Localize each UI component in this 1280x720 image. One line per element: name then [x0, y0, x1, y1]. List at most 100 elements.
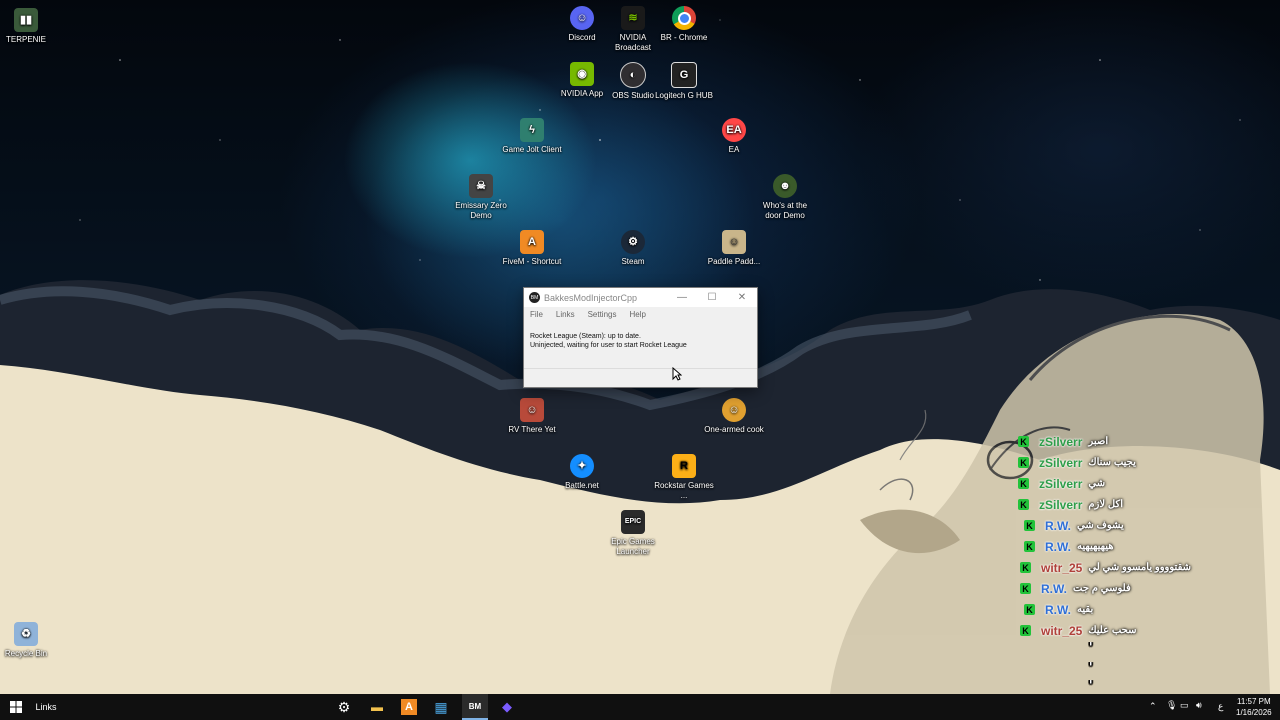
steam-icon: ⚙: [621, 230, 645, 254]
desktop-icon-battlenet[interactable]: ✦ Battle.net: [552, 454, 612, 491]
desktop-icon-epic-games[interactable]: EPIC Epic Games Launcher: [603, 510, 663, 557]
desktop-icon-game-jolt[interactable]: ϟ Game Jolt Client: [502, 118, 562, 155]
desktop-icon-whos-at-the-door[interactable]: ☻ Who's at the door Demo: [755, 174, 815, 221]
chat-message: K witr_25 سحب عليك: [1018, 620, 1280, 641]
stream-chat-overlay: K zSilverr اصبر K zSilverr يجيب سناك K z…: [1018, 431, 1280, 641]
network-icon[interactable]: ▭: [1180, 700, 1189, 711]
desktop-icon-one-armed-cook[interactable]: ☺ One-armed cook: [704, 398, 764, 435]
chat-username: zSilverr: [1039, 476, 1083, 491]
menu-file[interactable]: File: [530, 310, 543, 319]
gamejolt-icon: ϟ: [520, 118, 544, 142]
desktop-icon-label: TERPENIE: [5, 35, 46, 44]
battlenet-icon: ✦: [570, 454, 594, 478]
microphone-icon[interactable]: 🎙︎: [1166, 700, 1177, 711]
chat-message: K R.W. يشوف شي: [1018, 515, 1280, 536]
window-status-bar: [524, 368, 757, 387]
desktop-icon-paddle[interactable]: ☺ Paddle Padd...: [704, 230, 764, 267]
window-title-bar[interactable]: BM BakkesModInjectorCpp — ☐ ✕: [524, 288, 757, 307]
logitech-icon: G: [671, 62, 697, 88]
window-menu-bar: File Links Settings Help: [524, 307, 757, 321]
desktop-icon-recycle-bin[interactable]: ♻ Recycle Bin: [0, 622, 56, 659]
bakkesmod-icon: BM: [468, 701, 482, 711]
one-armed-cook-icon: ☺: [722, 398, 746, 422]
chat-text: يشوف شي: [1077, 520, 1124, 531]
start-button[interactable]: [4, 694, 28, 720]
recycle-bin-icon: ♻: [14, 622, 38, 646]
desktop-icon-rv-there-yet[interactable]: ☺ RV There Yet: [502, 398, 562, 435]
desktop-icon-label: Emissary Zero Demo: [455, 201, 507, 220]
chrome-icon: [672, 6, 696, 30]
app-taskbar-button[interactable]: ◆: [495, 694, 519, 720]
chat-username: R.W.: [1045, 539, 1071, 554]
desktop-icon-ea[interactable]: EA EA: [704, 118, 764, 155]
language-indicator[interactable]: ع: [1218, 701, 1223, 712]
desktop-icon-label: Who's at the door Demo: [762, 201, 808, 220]
desktop-icon-emissary-zero[interactable]: ☠ Emissary Zero Demo: [451, 174, 511, 221]
chat-text: اصبر: [1088, 436, 1109, 447]
kick-badge-icon: K: [1020, 562, 1031, 573]
chat-message: K witr_25 شقتوووو يامسوو شي لي: [1018, 557, 1280, 578]
desktop-icon-label: One-armed cook: [704, 425, 764, 434]
desktop-icon-label: BR - Chrome: [660, 33, 708, 42]
desktop-icon-terpenie[interactable]: ▮▮ TERPENIE: [0, 8, 56, 45]
folder-icon: ▬: [371, 700, 383, 714]
kick-badge-icon: K: [1020, 625, 1031, 636]
chat-message: K R.W. هيهيهيهيه: [1018, 536, 1280, 557]
kick-badge-icon: K: [1024, 520, 1035, 531]
clock[interactable]: 11:57 PM 1/16/2026: [1236, 696, 1272, 718]
desktop-icon-label: RV There Yet: [508, 425, 556, 434]
epic-games-icon: EPIC: [621, 510, 645, 534]
kick-badge-icon: K: [1020, 583, 1031, 594]
paddle-icon: ☺: [722, 230, 746, 254]
windows-logo-icon: [10, 701, 22, 713]
status-line-1: Rocket League (Steam): up to date.: [530, 333, 641, 340]
links-toolbar[interactable]: Links: [34, 694, 58, 720]
close-button[interactable]: ✕: [727, 292, 757, 303]
chat-message: K zSilverr يجيب سناك: [1018, 452, 1280, 473]
desktop-icon-label: Logitech G HUB: [655, 91, 713, 100]
kick-badge-icon: K: [1018, 457, 1029, 468]
fivem-taskbar-button[interactable]: A: [397, 694, 421, 720]
desktop-icon-chrome[interactable]: BR - Chrome: [654, 6, 714, 43]
microsoft-store-taskbar-button[interactable]: ▦: [429, 694, 453, 720]
kick-badge-icon: K: [1018, 478, 1029, 489]
bakkesmod-taskbar-button[interactable]: BM: [462, 694, 488, 720]
maximize-button[interactable]: ☐: [697, 292, 727, 303]
emissary-icon: ☠: [469, 174, 493, 198]
desktop-icon-fivem[interactable]: A FiveM - Shortcut: [502, 230, 562, 267]
chat-message: K R.W. بقيه: [1018, 599, 1280, 620]
rv-there-yet-icon: ☺: [520, 398, 544, 422]
minimize-button[interactable]: —: [667, 292, 697, 303]
file-explorer-taskbar-button[interactable]: ▬: [365, 694, 389, 720]
menu-links[interactable]: Links: [556, 310, 575, 319]
desktop-icon-rockstar[interactable]: R Rockstar Games ...: [654, 454, 714, 501]
chat-text: بقيه: [1077, 604, 1094, 615]
rockstar-icon: R: [672, 454, 696, 478]
taskbar: Links ⚙ ▬ A ▦ BM ◆ ⌃ 🎙︎ ▭ 🔊︎ ع 11:57 PM …: [0, 694, 1280, 720]
desktop-icon-steam[interactable]: ⚙ Steam: [603, 230, 663, 267]
store-icon: ▦: [434, 698, 448, 715]
show-hidden-icons-chevron-icon[interactable]: ⌃: [1149, 701, 1157, 712]
settings-taskbar-button[interactable]: ⚙: [332, 694, 356, 720]
clock-date: 1/16/2026: [1236, 708, 1272, 717]
bakkesmod-injector-window[interactable]: BM BakkesModInjectorCpp — ☐ ✕ File Links…: [523, 287, 758, 388]
volume-icon[interactable]: 🔊︎: [1196, 700, 1202, 711]
menu-help[interactable]: Help: [629, 310, 645, 319]
desktop-icon-label: Steam: [621, 257, 645, 266]
whos-at-door-icon: ☻: [773, 174, 797, 198]
desktop-icon-label: Rockstar Games ...: [654, 481, 714, 500]
chat-text: هيهيهيهيه: [1077, 541, 1114, 552]
chat-username: zSilverr: [1039, 455, 1083, 470]
menu-settings[interactable]: Settings: [588, 310, 617, 319]
window-title: BakkesModInjectorCpp: [544, 292, 638, 303]
bakkesmod-icon: BM: [529, 292, 540, 303]
desktop-icon-logitech-g-hub[interactable]: G Logitech G HUB: [654, 62, 714, 101]
desktop-icon-label: Paddle Padd...: [707, 257, 761, 266]
chat-text: شي: [1088, 478, 1106, 489]
chat-spam-line: ٰٰٰٰٰٰٰٰٰٰٰٰٰٰٰٰٰٰٰٰٰٰٰٰٰٰٰٰٰٰٰٰٰٰٰٰ: [1088, 662, 1268, 672]
chat-username: witr_25: [1041, 560, 1083, 575]
kick-badge-icon: K: [1018, 499, 1029, 510]
desktop-icon-label: Battle.net: [565, 481, 599, 490]
chat-username: zSilverr: [1039, 497, 1083, 512]
mouse-cursor-icon: [672, 367, 682, 381]
